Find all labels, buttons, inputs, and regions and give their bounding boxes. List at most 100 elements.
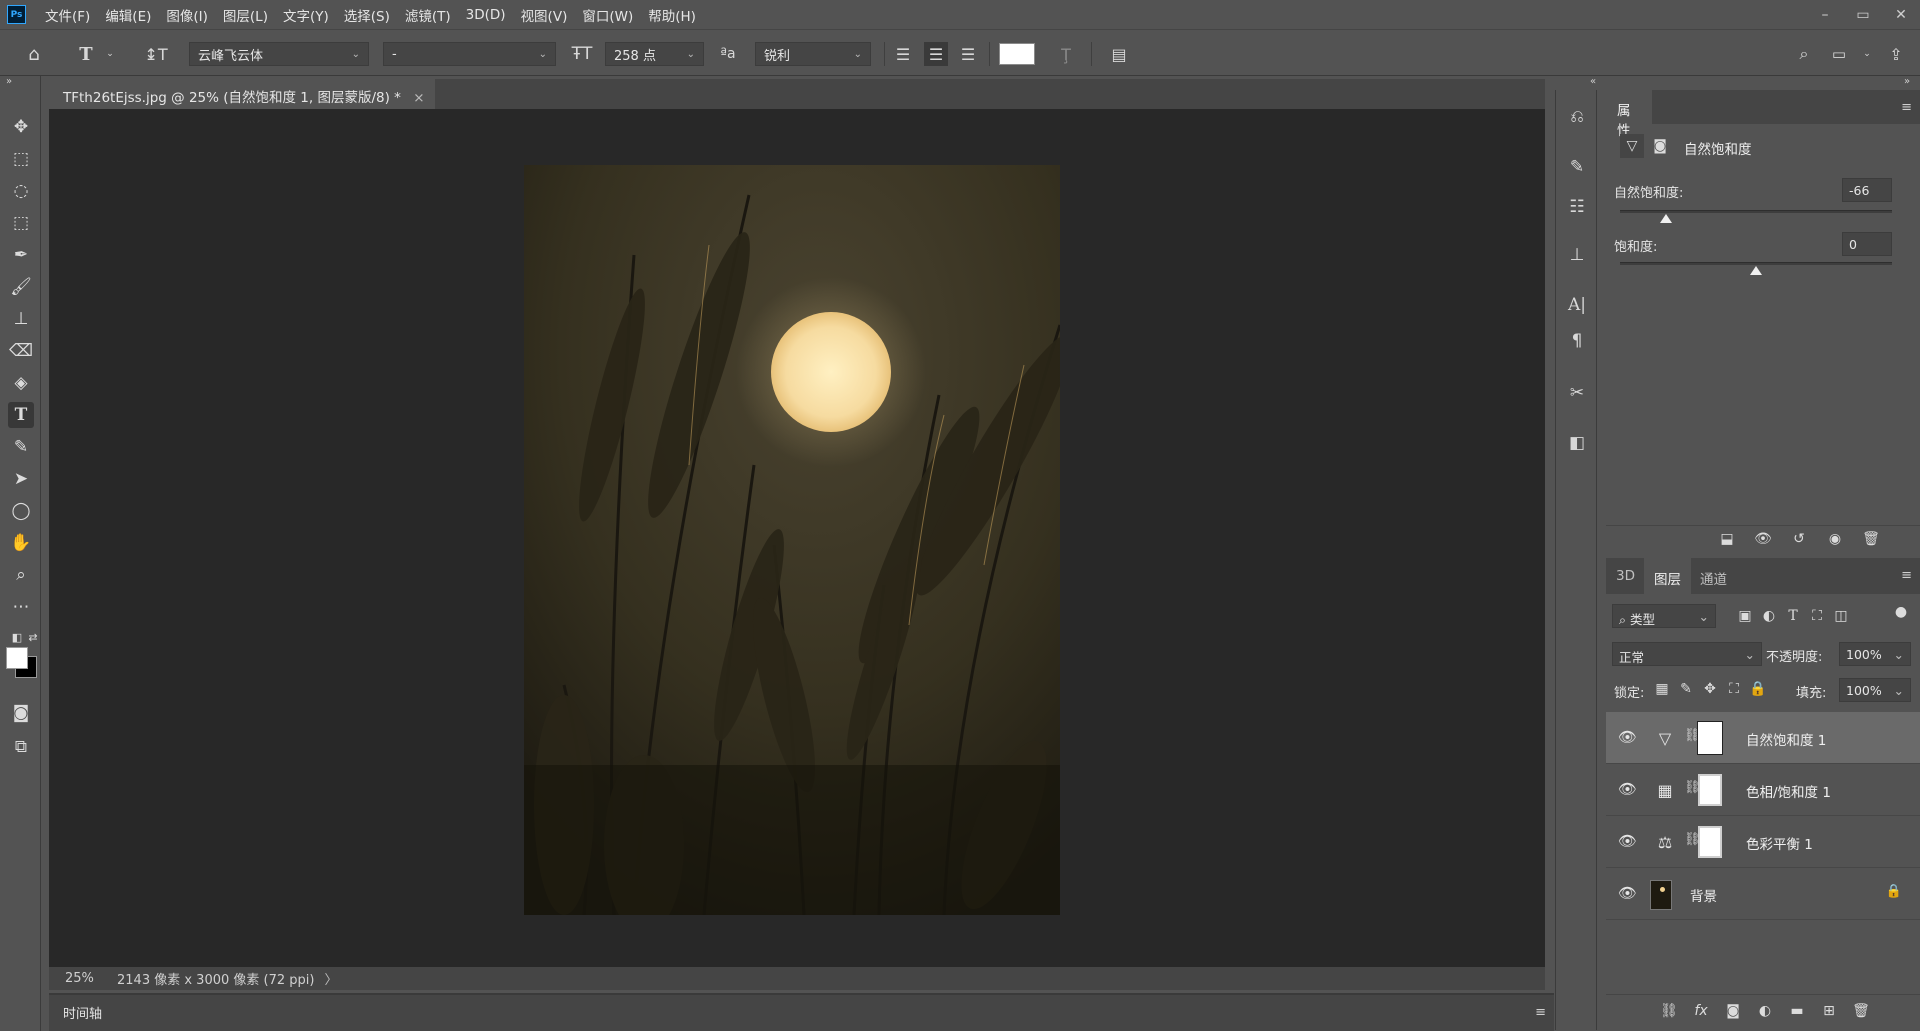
vibrance-input[interactable]: -66	[1842, 178, 1892, 202]
menu-view[interactable]: 视图(V)	[521, 5, 568, 25]
add-mask-icon[interactable]: ◙	[1722, 1000, 1744, 1022]
expand-dock-icon[interactable]: »	[1904, 76, 1910, 87]
photoshop-logo[interactable]: Ps	[7, 5, 26, 24]
layer-mask-icon[interactable]: ◙	[1648, 134, 1672, 158]
opacity-input[interactable]: 100% ⌄	[1839, 642, 1911, 666]
font-family-select[interactable]: 云峰飞云体 ⌄	[189, 42, 369, 66]
lock-artboard-icon[interactable]: ⛶	[1723, 678, 1745, 700]
zoom-level[interactable]: 25%	[65, 971, 105, 986]
menu-3d[interactable]: 3D(D)	[466, 7, 506, 23]
menu-filter[interactable]: 滤镜(T)	[405, 5, 451, 25]
filter-shape-icon[interactable]: ⛶	[1806, 605, 1828, 627]
status-menu-arrow[interactable]: 〉	[324, 969, 337, 988]
clone-source-icon[interactable]: ⊥	[1564, 242, 1590, 268]
fill-input[interactable]: 100% ⌄	[1839, 678, 1911, 702]
glyphs-panel-icon[interactable]: ◧	[1564, 430, 1590, 456]
filter-smart-object-icon[interactable]: ◫	[1830, 605, 1852, 627]
paint-bucket-tool-icon[interactable]: ◈	[8, 370, 34, 396]
font-style-select[interactable]: - ⌄	[383, 42, 556, 66]
layer-name[interactable]: 自然饱和度 1	[1746, 729, 1826, 749]
layer-row-vibrance[interactable]: 👁 ▽ ⛓ 自然饱和度 1	[1606, 712, 1920, 764]
workspace-icon[interactable]: ▭	[1827, 42, 1851, 66]
new-adjustment-layer-icon[interactable]: ◐	[1754, 1000, 1776, 1022]
zoom-tool-icon[interactable]: ⌕	[8, 562, 34, 588]
document-tab[interactable]: TFth26tEjss.jpg @ 25% (自然饱和度 1, 图层蒙版/8) …	[49, 79, 435, 109]
new-layer-icon[interactable]: ⊞	[1818, 1000, 1840, 1022]
character-panel-icon[interactable]: A|	[1564, 292, 1590, 318]
layer-mask-thumbnail[interactable]	[1698, 774, 1722, 806]
panel-menu-icon[interactable]: ≡	[1901, 568, 1912, 583]
menu-edit[interactable]: 编辑(E)	[105, 5, 151, 25]
layer-mask-thumbnail[interactable]	[1698, 826, 1722, 858]
type-tool-icon[interactable]: T	[8, 402, 34, 428]
share-icon[interactable]: ⇪	[1884, 42, 1908, 66]
panel-menu-icon[interactable]: ≡	[1901, 100, 1912, 115]
warp-text-icon[interactable]: Ţ	[1054, 42, 1078, 66]
chevron-down-icon[interactable]: ⌄	[1855, 42, 1879, 66]
stamp-tool-icon[interactable]: ⊥	[8, 306, 34, 332]
restore-button[interactable]: ▭	[1844, 7, 1882, 23]
panel-menu-icon[interactable]: ≡	[1535, 1005, 1546, 1020]
lock-transparent-icon[interactable]: ▦	[1651, 678, 1673, 700]
menu-layer[interactable]: 图层(L)	[223, 5, 268, 25]
tab-properties[interactable]: 属性	[1606, 90, 1652, 139]
ellipse-tool-icon[interactable]: ◯	[8, 498, 34, 524]
marquee-tool-icon[interactable]: ⬚	[8, 146, 34, 172]
vibrance-slider-track[interactable]	[1620, 210, 1892, 213]
tool-presets-icon[interactable]: ✂	[1564, 380, 1590, 406]
antialias-select[interactable]: 锐利 ⌄	[755, 42, 871, 66]
move-tool-icon[interactable]: ✥	[8, 114, 34, 140]
search-icon[interactable]: ⌕	[1792, 42, 1816, 66]
menu-help[interactable]: 帮助(H)	[648, 5, 696, 25]
layer-row-color-balance[interactable]: 👁 ⚖ ⛓ 色彩平衡 1	[1606, 816, 1920, 868]
align-right-icon[interactable]: ☰	[956, 42, 980, 66]
background-thumbnail[interactable]	[1650, 880, 1672, 910]
layer-row-background[interactable]: 👁 背景 🔒	[1606, 868, 1920, 920]
document-image[interactable]	[524, 165, 1060, 915]
lock-all-icon[interactable]: 🔒	[1747, 678, 1769, 700]
layer-name[interactable]: 背景	[1690, 885, 1717, 905]
menu-file[interactable]: 文件(F)	[45, 5, 90, 25]
eye-icon[interactable]: 👁	[1618, 728, 1637, 746]
toggle-text-orientation-icon[interactable]: ↨T	[144, 42, 168, 66]
history-icon[interactable]: ⎌	[1564, 104, 1590, 130]
minimize-button[interactable]: –	[1806, 7, 1844, 23]
collapse-panel-icon[interactable]: »	[6, 76, 12, 87]
eye-icon[interactable]: 👁	[1618, 780, 1637, 798]
close-window-button[interactable]: ✕	[1882, 7, 1920, 23]
screen-mode-icon[interactable]: ⧉	[8, 734, 34, 760]
new-group-icon[interactable]: ▬	[1786, 1000, 1808, 1022]
home-icon[interactable]: ⌂	[22, 42, 46, 66]
reset-adjustment-icon[interactable]: ↺	[1788, 528, 1810, 550]
chevron-down-icon[interactable]: ⌄	[98, 42, 122, 66]
tab-layers[interactable]: 图层	[1644, 558, 1691, 594]
type-tool-preset-icon[interactable]: T	[74, 42, 98, 66]
vibrance-slider-thumb[interactable]	[1660, 214, 1673, 223]
lock-position-icon[interactable]: ✥	[1699, 678, 1721, 700]
paragraph-panel-icon[interactable]: ¶	[1564, 328, 1590, 354]
menu-select[interactable]: 选择(S)	[344, 5, 390, 25]
object-selection-tool-icon[interactable]: ⬚	[8, 210, 34, 236]
clip-to-layer-icon[interactable]: ⬓	[1716, 528, 1738, 550]
path-selection-tool-icon[interactable]: ➤	[8, 466, 34, 492]
lock-image-icon[interactable]: ✎	[1675, 678, 1697, 700]
eraser-tool-icon[interactable]: ⌫	[8, 338, 34, 364]
align-center-icon[interactable]: ☰	[924, 42, 948, 66]
saturation-slider-track[interactable]	[1620, 262, 1892, 265]
toggle-visibility-icon[interactable]: ◉	[1824, 528, 1846, 550]
view-previous-state-icon[interactable]: 👁	[1752, 528, 1774, 550]
menu-window[interactable]: 窗口(W)	[582, 5, 633, 25]
eye-icon[interactable]: 👁	[1618, 884, 1637, 902]
filter-type-icon[interactable]: T	[1782, 605, 1804, 627]
close-tab-icon[interactable]: ×	[413, 90, 424, 106]
layer-filter-select[interactable]: ⌕ 类型 ⌄	[1612, 604, 1716, 628]
layer-name[interactable]: 色相/饱和度 1	[1746, 781, 1831, 801]
more-tools-icon[interactable]: ⋯	[8, 594, 34, 620]
eyedropper-tool-icon[interactable]: ✒	[8, 242, 34, 268]
quick-mask-icon[interactable]: ◙	[8, 700, 34, 726]
tab-3d[interactable]: 3D	[1606, 558, 1645, 594]
filter-adjustment-icon[interactable]: ◐	[1758, 605, 1780, 627]
collapse-dock-icon[interactable]: «	[1590, 76, 1596, 87]
saturation-slider-thumb[interactable]	[1750, 266, 1762, 275]
eye-icon[interactable]: 👁	[1618, 832, 1637, 850]
